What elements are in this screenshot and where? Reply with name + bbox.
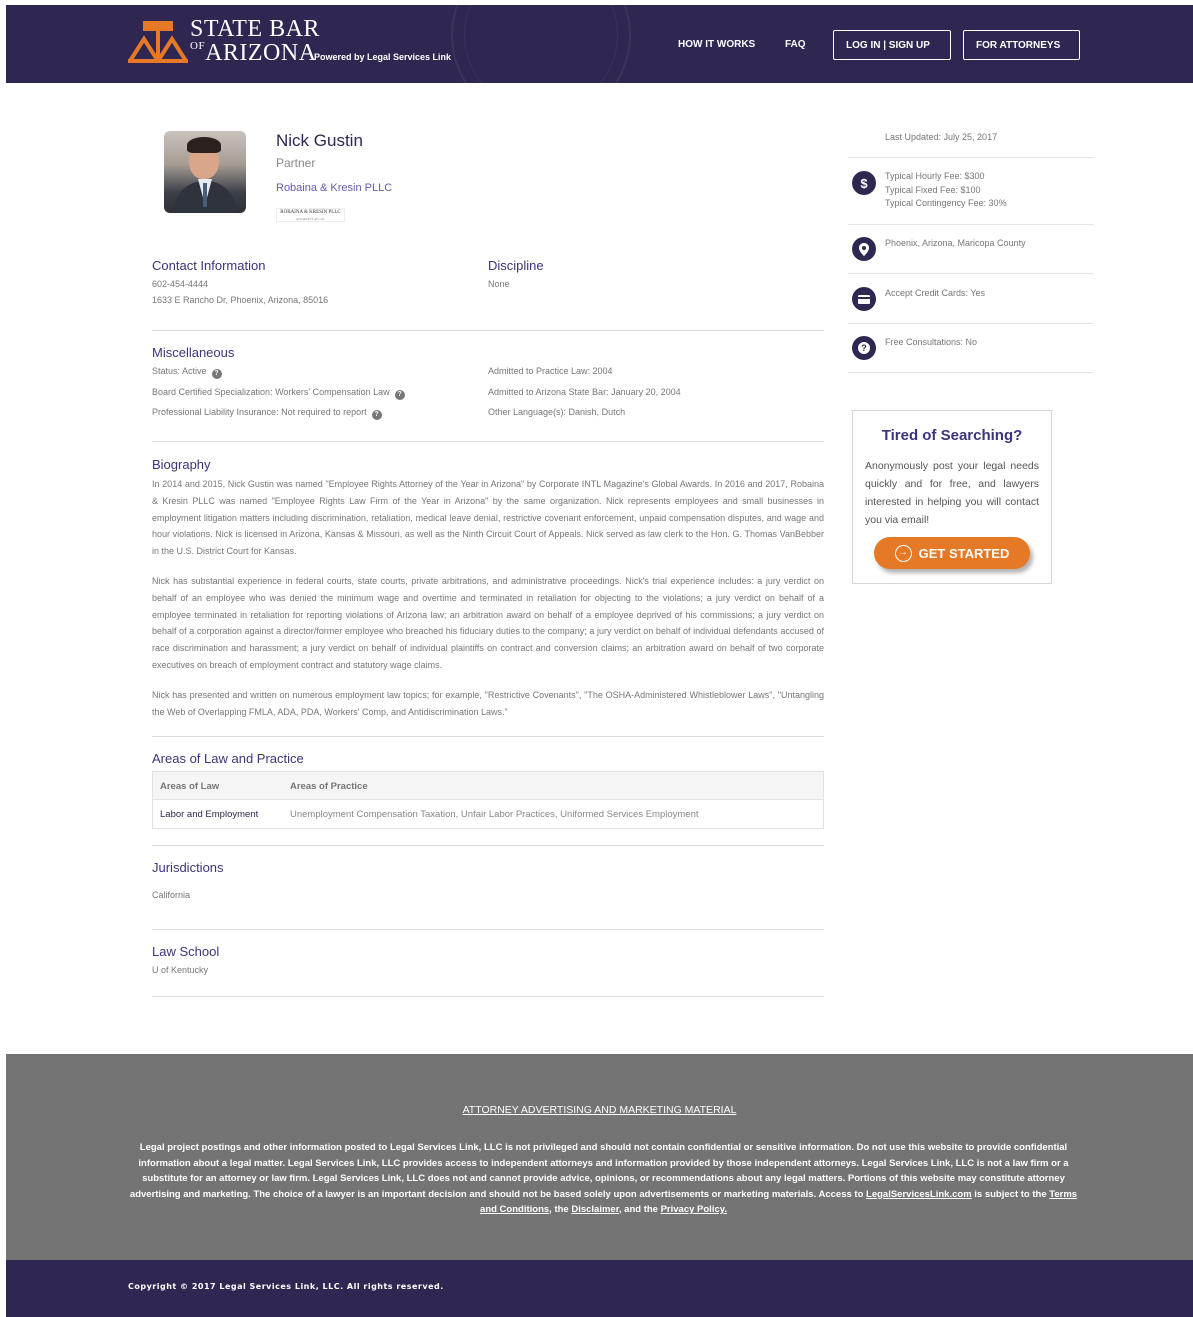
sidebar-divider — [848, 323, 1094, 324]
disclaimer-link[interactable]: Disclaimer — [571, 1204, 619, 1215]
biography-paragraph-3: Nick has presented and written on numero… — [152, 690, 824, 717]
divider — [152, 996, 824, 997]
login-signup-button[interactable]: LOG IN | SIGN UP — [833, 30, 951, 60]
misc-certified: Board Certified Specialization: Workers'… — [152, 384, 405, 400]
get-started-button[interactable]: → GET STARTED — [874, 537, 1030, 569]
footer-text-part: is subject to the — [971, 1188, 1050, 1200]
last-updated: Last Updated: July 25, 2017 — [885, 132, 998, 142]
login-signup-label: LOG IN | SIGN UP — [846, 39, 930, 51]
footer-bar: Copyright © 2017 Legal Services Link, LL… — [6, 1260, 1193, 1317]
areas-table: Areas of Law Areas of Practice Labor and… — [152, 771, 824, 829]
law-school-value: U of Kentucky — [152, 965, 209, 975]
promo-text: Anonymously post your legal needs quickl… — [865, 460, 1039, 526]
table-header: Areas of Law Areas of Practice — [153, 772, 823, 800]
misc-insurance: Professional Liability Insurance: Not re… — [152, 404, 382, 420]
col-areas-of-law: Areas of Law — [160, 781, 220, 792]
credit-card-icon — [852, 287, 876, 311]
fees-info: Typical Hourly Fee: $300 Typical Fixed F… — [885, 170, 1007, 211]
cell-areas-of-practice: Unemployment Compensation Taxation, Unfa… — [290, 809, 699, 820]
nav-how-it-works[interactable]: HOW IT WORKS — [678, 39, 755, 50]
help-icon: ? — [852, 336, 876, 360]
biography-title: Biography — [152, 457, 211, 472]
misc-admitted-bar: Admitted to Arizona State Bar: January 2… — [488, 387, 681, 397]
for-attorneys-label: FOR ATTORNEYS — [976, 39, 1061, 51]
help-icon[interactable]: ? — [211, 369, 222, 379]
footer-text-part: , and the — [618, 1204, 661, 1215]
divider — [152, 441, 824, 442]
dollar-icon: $ — [852, 171, 876, 195]
contact-address: 1633 E Rancho Dr, Phoenix, Arizona, 8501… — [152, 295, 329, 305]
sidebar-divider — [848, 157, 1094, 158]
help-icon[interactable]: ? — [394, 390, 405, 400]
biography-paragraph-2: Nick has substantial experience in feder… — [152, 576, 824, 670]
get-started-label: GET STARTED — [918, 545, 1010, 561]
footer-text-part: , the — [549, 1204, 572, 1215]
contact-phone: 602-454-4444 — [152, 279, 209, 289]
location-pin-icon — [852, 237, 876, 261]
promo-box: Tired of Searching? Anonymously post you… — [852, 410, 1052, 584]
attorney-role: Partner — [276, 156, 316, 170]
sidebar-divider — [848, 224, 1094, 225]
misc-status: Status: Active? — [152, 363, 222, 379]
fee-fixed: Typical Fixed Fee: $100 — [885, 184, 981, 195]
arrow-right-circle-icon: → — [894, 544, 912, 562]
attorney-name: Nick Gustin — [276, 131, 363, 150]
jurisdictions-value: California — [152, 890, 191, 900]
divider — [152, 330, 824, 331]
page: STATE BAR OFARIZONA Powered by Legal Ser… — [6, 5, 1193, 1317]
misc-insurance-text: Professional Liability Insurance: Not re… — [152, 407, 367, 417]
misc-status-text: Status: Active — [152, 366, 207, 376]
firm-logo: ROBAINA & KRESIN PLLC ATTORNEYS AT LAW — [276, 208, 345, 222]
firm-logo-subtext: ATTORNEYS AT LAW — [296, 217, 325, 221]
free-consult-text: Free Consultations: No — [885, 337, 978, 347]
site-header: STATE BAR OFARIZONA Powered by Legal Ser… — [6, 5, 1193, 83]
divider — [152, 736, 824, 737]
cell-area-of-law: Labor and Employment — [160, 809, 259, 820]
sidebar-divider — [848, 372, 1094, 373]
table-row: Labor and Employment Unemployment Compen… — [153, 800, 823, 828]
misc-title: Miscellaneous — [152, 345, 235, 360]
privacy-link[interactable]: Privacy Policy. — [661, 1204, 727, 1215]
contact-title: Contact Information — [152, 258, 266, 273]
misc-languages: Other Language(s): Danish, Dutch — [488, 407, 626, 417]
site-link[interactable]: LegalServicesLink.com — [866, 1189, 972, 1200]
credit-cards-text: Accept Credit Cards: Yes — [885, 288, 986, 298]
footer-text: Legal project postings and other informa… — [126, 1140, 1081, 1218]
firm-link[interactable]: Robaina & Kresin PLLC — [276, 182, 392, 194]
main-nav: HOW IT WORKS FAQ LOG IN | SIGN UP FOR AT… — [6, 30, 1193, 60]
footer-title[interactable]: ATTORNEY ADVERTISING AND MARKETING MATER… — [6, 1104, 1193, 1116]
discipline-value: None — [488, 279, 510, 289]
fee-hourly: Typical Hourly Fee: $300 — [885, 171, 985, 181]
help-icon[interactable]: ? — [371, 410, 382, 420]
divider — [152, 929, 824, 930]
misc-certified-text: Board Certified Specialization: Workers'… — [152, 387, 390, 397]
promo-title: Tired of Searching? — [881, 427, 1023, 444]
sidebar-divider — [848, 273, 1094, 274]
discipline-title: Discipline — [488, 258, 544, 273]
col-areas-of-practice: Areas of Practice — [290, 781, 368, 792]
jurisdictions-title: Jurisdictions — [152, 860, 224, 875]
copyright: Copyright © 2017 Legal Services Link, LL… — [128, 1282, 444, 1291]
biography-paragraph-1: In 2014 and 2015, Nick Gustin was named … — [152, 479, 824, 557]
fee-contingency: Typical Contingency Fee: 30% — [885, 198, 1007, 208]
location-text: Phoenix, Arizona, Maricopa County — [885, 238, 1026, 248]
nav-faq[interactable]: FAQ — [785, 39, 806, 50]
divider — [152, 845, 824, 846]
firm-logo-text: ROBAINA & KRESIN PLLC — [280, 210, 341, 215]
footer-disclaimer: ATTORNEY ADVERTISING AND MARKETING MATER… — [6, 1054, 1193, 1260]
law-school-title: Law School — [152, 944, 220, 959]
attorney-photo — [164, 131, 246, 213]
areas-title: Areas of Law and Practice — [152, 751, 304, 766]
for-attorneys-button[interactable]: FOR ATTORNEYS — [963, 30, 1080, 60]
misc-admitted-practice: Admitted to Practice Law: 2004 — [488, 366, 613, 376]
